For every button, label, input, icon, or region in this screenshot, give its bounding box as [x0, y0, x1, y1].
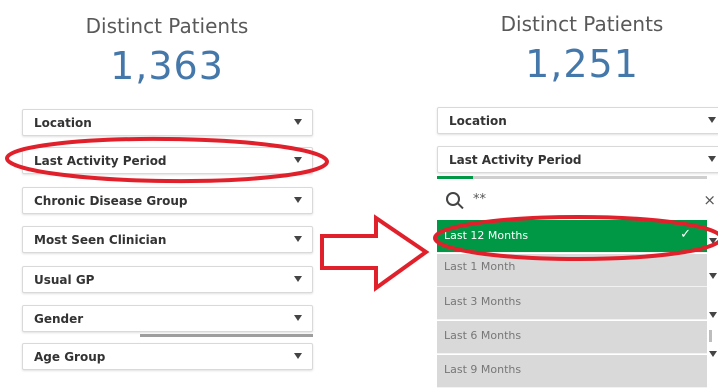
caret-down-icon	[708, 156, 716, 162]
caret-down-icon	[294, 119, 302, 125]
filter-label: Location	[449, 114, 507, 128]
caret-down-icon	[709, 273, 717, 279]
clear-icon[interactable]: ×	[703, 191, 716, 209]
filter-label: Chronic Disease Group	[34, 194, 188, 208]
caret-down-icon	[709, 351, 717, 357]
filter-chronic-disease-group[interactable]: Chronic Disease Group	[22, 187, 313, 214]
right-kpi-title: Distinct Patients	[500, 12, 664, 36]
selection-track	[473, 176, 707, 179]
list-item-label: Last 1 Month	[444, 260, 516, 273]
list-item-last-3-months[interactable]: Last 3 Months	[437, 287, 707, 320]
caret-down-icon	[294, 197, 302, 203]
filter-label: Last Activity Period	[449, 153, 582, 167]
list-item-label: Last 6 Months	[444, 329, 522, 342]
annotation-arrow	[320, 214, 430, 292]
filter-location[interactable]: Location	[22, 109, 313, 136]
right-kpi-value: 1,251	[525, 42, 639, 86]
filter-last-activity-period[interactable]: Last Activity Period	[437, 146, 718, 173]
filter-most-seen-clinician[interactable]: Most Seen Clinician	[22, 226, 313, 253]
filter-label: Gender	[34, 312, 84, 326]
filter-usual-gp[interactable]: Usual GP	[22, 266, 313, 293]
selection-progress-bar	[437, 176, 473, 179]
caret-down-icon	[708, 117, 716, 123]
search-icon	[446, 192, 460, 206]
list-scrollbar[interactable]	[709, 330, 712, 342]
filter-label: Most Seen Clinician	[34, 233, 167, 247]
list-item-last-6-months[interactable]: Last 6 Months	[437, 321, 707, 354]
list-item-last-1-month[interactable]: Last 1 Month	[437, 254, 707, 287]
caret-down-icon	[294, 276, 302, 282]
filter-location[interactable]: Location	[437, 107, 718, 134]
caret-down-icon	[294, 236, 302, 242]
list-item-label: Last 12 Months	[444, 229, 529, 242]
list-item-last-12-months[interactable]: Last 12 Months ✓	[437, 220, 707, 253]
filter-last-activity-period[interactable]: Last Activity Period	[22, 147, 313, 174]
scrollbar-indicator	[140, 334, 313, 337]
left-kpi-value: 1,363	[110, 44, 224, 88]
filter-label: Last Activity Period	[34, 154, 167, 168]
caret-down-icon	[294, 353, 302, 359]
filter-label: Usual GP	[34, 273, 95, 287]
check-icon: ✓	[680, 227, 691, 242]
caret-down-icon	[709, 238, 717, 244]
left-kpi-title: Distinct Patients	[85, 14, 249, 38]
search-input[interactable]: **	[473, 192, 486, 207]
list-item-label: Last 3 Months	[444, 295, 522, 308]
filter-age-group[interactable]: Age Group	[22, 343, 313, 370]
caret-down-icon	[709, 312, 717, 318]
search-row[interactable]: ** ×	[437, 183, 718, 217]
caret-down-icon	[294, 157, 302, 163]
list-item-last-9-months[interactable]: Last 9 Months	[437, 355, 707, 388]
filter-label: Location	[34, 116, 92, 130]
filter-label: Age Group	[34, 350, 106, 364]
filter-gender[interactable]: Gender	[22, 305, 313, 332]
caret-down-icon	[294, 315, 302, 321]
list-item-label: Last 9 Months	[444, 363, 522, 376]
